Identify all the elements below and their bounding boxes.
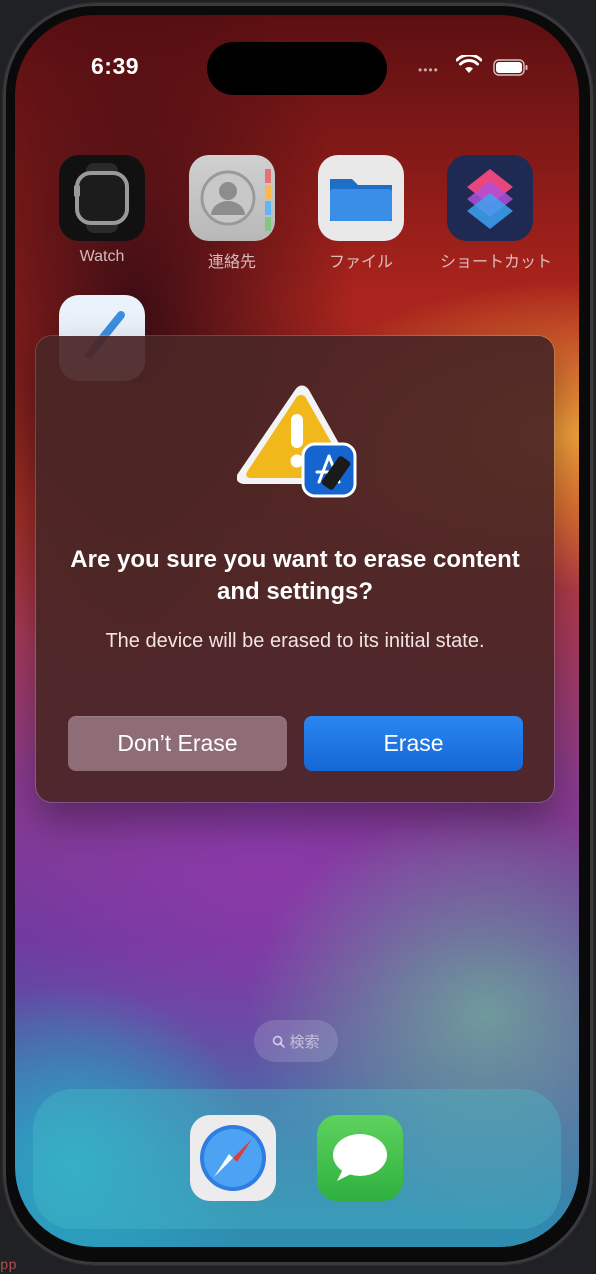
search-icon (273, 1035, 286, 1048)
status-time: 6:39 (91, 53, 140, 79)
app-label: ファイル (328, 254, 393, 271)
signal-dots: •••• (418, 63, 439, 77)
watch-app-icon (59, 155, 145, 241)
wifi-icon (456, 55, 482, 73)
dont-erase-button[interactable]: Don’t Erase (68, 716, 287, 771)
device-screen: 6:39 •••• Watch 連絡先 ファイル ショートカット 検索 Are … (15, 15, 579, 1247)
safari-icon[interactable] (190, 1115, 276, 1201)
dynamic-island (207, 42, 387, 95)
home-search-button[interactable]: 検索 (254, 1020, 338, 1062)
status-bar: 6:39 •••• (15, 15, 579, 115)
battery-icon (493, 59, 528, 76)
app-label: 連絡先 (207, 254, 256, 271)
erase-alert-dialog: Are you sure you want to erase content a… (36, 336, 554, 802)
dialog-title: Are you sure you want to erase content a… (70, 546, 520, 605)
erase-button[interactable]: Erase (304, 716, 523, 771)
app-contacts[interactable]: 連絡先 (182, 155, 282, 272)
app-files[interactable]: ファイル (311, 155, 411, 272)
contacts-app-icon (189, 155, 275, 241)
dialog-message: The device will be erased to its initial… (105, 630, 485, 652)
app-shortcuts[interactable]: ショートカット (440, 155, 553, 272)
app-watch[interactable]: Watch (52, 155, 152, 266)
messages-icon[interactable] (317, 1115, 403, 1201)
files-app-icon (318, 155, 404, 241)
background-text-fragment: pp (0, 1258, 17, 1274)
shortcuts-app-icon (447, 155, 533, 241)
app-label: ショートカット (440, 254, 553, 271)
app-label: Watch (79, 248, 125, 265)
search-label: 検索 (289, 1033, 320, 1051)
dock (33, 1089, 561, 1229)
warning-with-appstore-icon (237, 385, 357, 498)
